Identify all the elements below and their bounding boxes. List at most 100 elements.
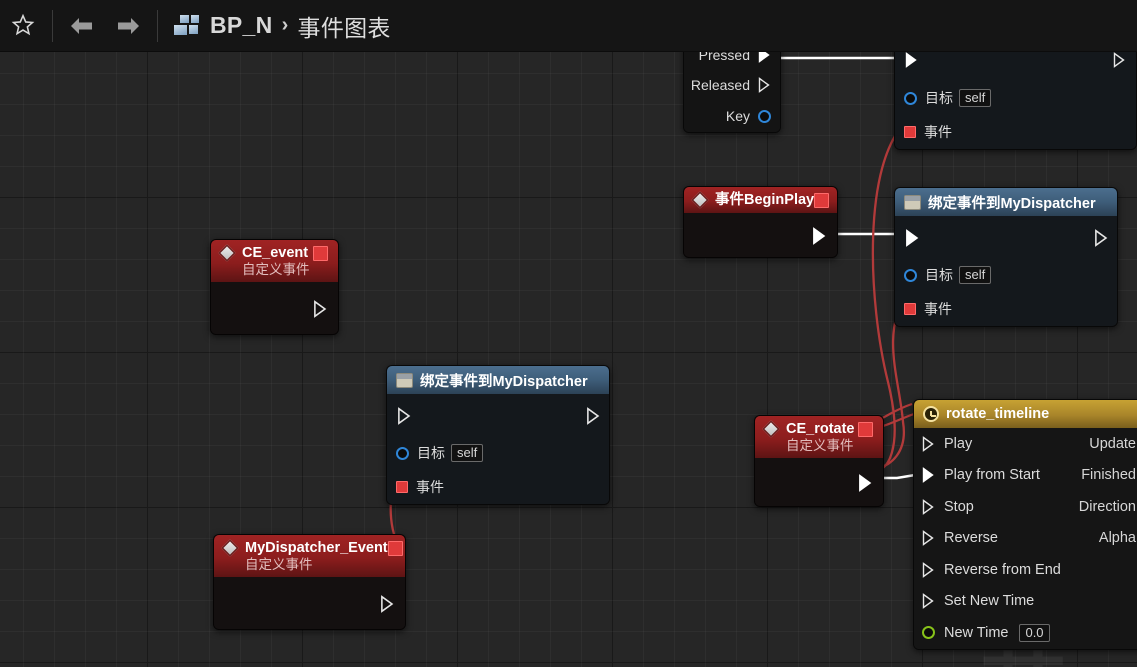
exec-pin-icon[interactable] (758, 77, 771, 93)
node-custom-event-mydispatcher-event[interactable]: MyDispatcher_Event 自定义事件 (213, 534, 406, 631)
favorite-button[interactable] (0, 6, 46, 46)
breadcrumb-leaf[interactable]: 事件图表 (298, 9, 391, 43)
exec-in-pin-icon[interactable] (922, 561, 935, 578)
exec-out-pin-icon[interactable] (1113, 52, 1126, 68)
node-bind-right-exec-row (895, 216, 1117, 258)
exec-in-pin-icon[interactable] (922, 435, 935, 452)
pin-pressed-label: Pressed (698, 52, 750, 63)
pin-key[interactable]: Key (684, 100, 780, 132)
pin-event[interactable]: 事件 (387, 470, 609, 504)
timeline-output-update: Update (1089, 435, 1136, 452)
exec-in-pin-icon[interactable] (905, 229, 919, 247)
delegate-pin-icon[interactable] (904, 126, 916, 138)
timeline-row-new-time[interactable]: New Time 0.0 (914, 617, 1137, 649)
exec-out-pin-icon[interactable] (858, 474, 872, 493)
pin-released-label: Released (690, 77, 750, 93)
star-icon (11, 13, 35, 36)
pin-event-label: 事件 (924, 124, 952, 140)
exec-pin-icon[interactable] (758, 52, 771, 63)
timeline-row-reverse[interactable]: Reverse Alpha (914, 523, 1137, 555)
node-mydispatcher-title: MyDispatcher_Event (245, 540, 388, 556)
node-unbind-exec-row (895, 52, 1136, 81)
bind-node-icon (904, 194, 921, 210)
pin-released[interactable]: Released (684, 70, 780, 100)
pin-target[interactable]: 目标 self (895, 258, 1117, 292)
timeline-output-direction: Direction (1078, 498, 1136, 515)
pin-event-label: 事件 (416, 479, 444, 495)
exec-out-pin-icon[interactable] (812, 227, 826, 246)
node-custom-event-ce-event[interactable]: CE_event 自定义事件 (210, 239, 339, 336)
node-mydispatcher-title-row: MyDispatcher_Event (221, 539, 403, 557)
event-badge-icon (387, 540, 403, 556)
breadcrumb-separator: › (281, 14, 289, 36)
event-diamond-icon (762, 420, 780, 438)
blueprint-graph-canvas[interactable]: 蓝图 蓝图 Q Pressed (0, 52, 1137, 667)
timeline-input-set-new-time: Set New Time (944, 593, 1035, 610)
node-key-q-body: Pressed Released Key (684, 52, 780, 132)
pin-target-value[interactable]: self (451, 444, 484, 462)
timeline-new-time-label: New Time (944, 624, 1009, 641)
timeline-row-reverse-from-end[interactable]: Reverse from End (914, 554, 1137, 586)
pin-event-label: 事件 (924, 301, 952, 317)
timeline-row-stop[interactable]: Stop Direction (914, 491, 1137, 523)
node-ce-event-header: CE_event 自定义事件 (211, 240, 338, 283)
node-event-beginplay[interactable]: 事件BeginPlay (683, 186, 838, 259)
float-pin-icon[interactable] (922, 626, 935, 640)
delegate-pin-icon[interactable] (904, 303, 916, 315)
pin-event[interactable]: 事件 (895, 115, 1136, 149)
exec-in-pin-icon[interactable] (922, 498, 935, 515)
exec-in-pin-icon[interactable] (922, 530, 935, 547)
node-bind-mid-exec-row (387, 394, 609, 436)
node-timeline-rotate[interactable]: rotate_timeline Play Update Play from St… (913, 399, 1137, 650)
timeline-new-time-value[interactable]: 0.0 (1019, 623, 1050, 642)
timeline-input-play-from-start: Play from Start (944, 467, 1040, 484)
pin-target-value[interactable]: self (959, 266, 992, 284)
object-pin-icon[interactable] (904, 268, 917, 282)
pin-target[interactable]: 目标 self (387, 436, 609, 470)
exec-in-pin-icon[interactable] (922, 593, 935, 610)
pin-event[interactable]: 事件 (895, 292, 1117, 326)
toolbar: BP_N › 事件图表 (0, 0, 1137, 52)
pin-target-value[interactable]: self (959, 89, 992, 107)
node-bind-event-mydispatcher-middle[interactable]: 绑定事件到MyDispatcher 目标 self 事件 (386, 365, 610, 505)
exec-in-pin-icon[interactable] (397, 407, 411, 425)
pin-target-label: 目标 (925, 90, 953, 106)
node-unbind-event-mydispatcher[interactable]: 解除绑定MyDispatcher的事件 目标 self 事件 (894, 52, 1137, 150)
event-diamond-icon (221, 539, 239, 557)
node-ce-event-title-row: CE_event (218, 244, 328, 262)
forward-button[interactable] (105, 6, 151, 46)
object-pin-icon[interactable] (396, 446, 409, 460)
node-unbind-body: 目标 self 事件 (895, 52, 1136, 149)
node-ce-event-title: CE_event (242, 245, 309, 261)
exec-in-pin-icon[interactable] (922, 467, 935, 484)
node-bind-mid-header: 绑定事件到MyDispatcher (387, 366, 609, 394)
timeline-input-reverse: Reverse (944, 530, 998, 547)
timeline-row-play-from-start[interactable]: Play from Start Finished (914, 460, 1137, 492)
delegate-pin-icon[interactable] (396, 481, 408, 493)
event-diamond-icon (218, 244, 236, 262)
timeline-row-play[interactable]: Play Update (914, 428, 1137, 460)
pin-target[interactable]: 目标 self (895, 81, 1136, 115)
node-mydispatcher-subtitle: 自定义事件 (245, 557, 313, 573)
breadcrumb-root[interactable]: BP_N (210, 12, 273, 39)
event-diamond-icon (691, 191, 709, 209)
node-custom-event-ce-rotate[interactable]: CE_rotate 自定义事件 (754, 415, 884, 508)
clock-icon (923, 406, 939, 422)
pin-target-label: 目标 (417, 445, 445, 461)
timeline-row-set-new-time[interactable]: Set New Time (914, 586, 1137, 618)
exec-out-pin-icon[interactable] (313, 300, 327, 319)
object-pin-icon[interactable] (904, 91, 917, 105)
node-bind-right-title: 绑定事件到MyDispatcher (928, 195, 1096, 212)
exec-in-pin-icon[interactable] (905, 52, 918, 68)
exec-out-pin-icon[interactable] (1094, 229, 1108, 247)
exec-out-pin-icon[interactable] (380, 595, 394, 614)
object-pin-icon[interactable] (758, 109, 771, 123)
pin-pressed[interactable]: Pressed (684, 52, 780, 70)
node-ce-rotate-body (755, 458, 883, 507)
node-mydispatcher-body (214, 577, 405, 630)
event-badge-icon (814, 192, 830, 208)
node-bind-event-mydispatcher-right[interactable]: 绑定事件到MyDispatcher 目标 self 事件 (894, 187, 1118, 327)
exec-out-pin-icon[interactable] (586, 407, 600, 425)
node-input-key-q[interactable]: Q Pressed Released Key (683, 52, 781, 133)
back-button[interactable] (59, 6, 105, 46)
